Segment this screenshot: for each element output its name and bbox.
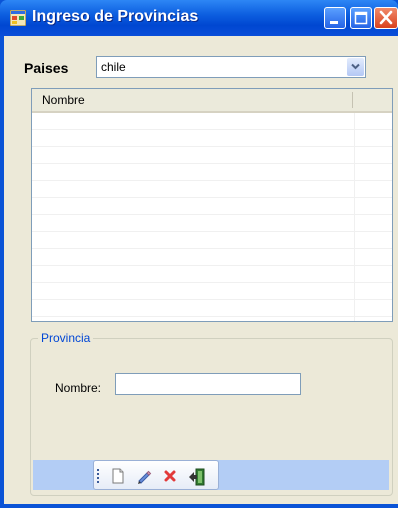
nombre-input[interactable] [115, 373, 301, 395]
app-icon [10, 10, 26, 26]
title-bar[interactable]: Ingreso de Provincias [0, 0, 398, 36]
minimize-icon [330, 21, 338, 24]
minimize-button[interactable] [324, 7, 346, 29]
grid-row-line [32, 197, 392, 198]
grid-header: Nombre [32, 89, 392, 113]
nombre-label: Nombre: [55, 381, 102, 395]
exit-button[interactable] [185, 465, 207, 487]
form-body: Paises chile Nombre Provincia Nombre: [4, 36, 398, 504]
close-button[interactable] [374, 7, 398, 29]
grid-row-line [32, 163, 392, 164]
grid-row-line [32, 299, 392, 300]
grid-row-line [32, 248, 392, 249]
paises-dropdown[interactable]: chile [96, 56, 366, 78]
column-separator [352, 92, 353, 108]
grid-row-line [32, 265, 392, 266]
exit-icon [189, 468, 205, 486]
grid-row-line [32, 180, 392, 181]
paises-selected-value: chile [101, 60, 126, 74]
grid-row-line [32, 282, 392, 283]
column-header-nombre[interactable]: Nombre [42, 93, 85, 107]
app-window: Ingreso de Provincias Paises chile Nombr… [0, 0, 398, 508]
delete-icon [164, 470, 176, 482]
grid-row-line [32, 316, 392, 317]
close-icon [379, 10, 393, 25]
grid-row-line [32, 146, 392, 147]
grid-column-line [354, 113, 355, 321]
new-icon [112, 468, 124, 484]
provincias-grid[interactable]: Nombre [31, 88, 393, 322]
dropdown-button[interactable] [347, 58, 364, 76]
new-button[interactable] [107, 465, 129, 487]
grid-row-line [32, 214, 392, 215]
window-title: Ingreso de Provincias [32, 8, 199, 25]
edit-icon [138, 470, 152, 484]
maximize-icon [354, 11, 368, 25]
grid-row-line [32, 231, 392, 232]
provincia-group-title: Provincia [38, 331, 94, 345]
toolbar [93, 460, 219, 490]
edit-button[interactable] [133, 465, 155, 487]
maximize-button[interactable] [350, 7, 372, 29]
chevron-down-icon [351, 63, 360, 70]
delete-button[interactable] [159, 465, 181, 487]
toolbar-grip[interactable] [97, 468, 100, 484]
grid-row-line [32, 129, 392, 130]
paises-label: Paises [24, 60, 69, 76]
